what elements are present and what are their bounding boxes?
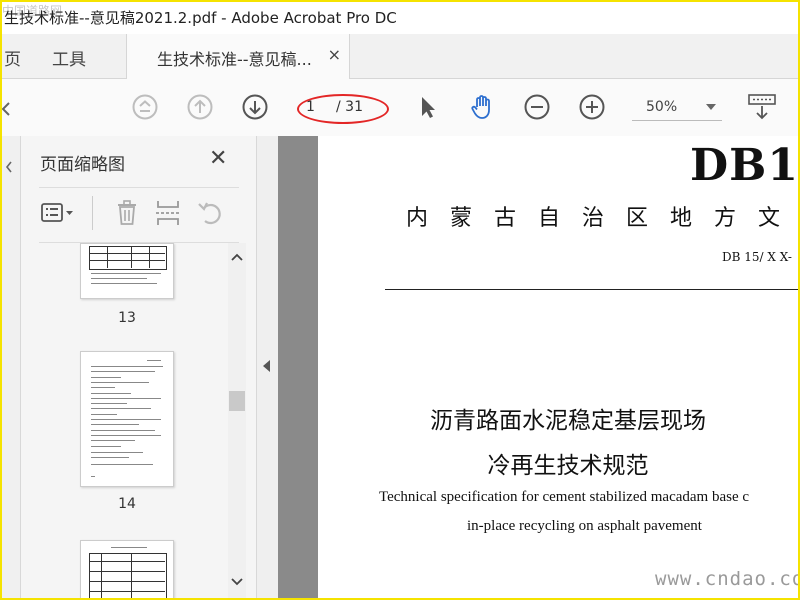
- thumbnail-label: 14: [118, 496, 136, 512]
- page-watermark: www.cndao.com: [655, 568, 800, 590]
- tab-document-label: 生技术标准--意见稿...: [157, 50, 312, 69]
- standard-code: DB 15/ X X-: [722, 250, 792, 264]
- english-title-line1: Technical specification for cement stabi…: [379, 489, 750, 505]
- divider: [39, 187, 239, 188]
- select-arrow-icon[interactable]: [414, 93, 442, 121]
- window-title: 生技术标准--意见稿2021.2.pdf - Adobe Acrobat Pro…: [4, 9, 397, 27]
- next-page-icon[interactable]: [241, 93, 269, 121]
- panel-title: 页面缩略图: [40, 155, 125, 175]
- collapse-arrow-icon[interactable]: [263, 360, 270, 372]
- previous-page-icon[interactable]: [186, 93, 214, 121]
- tab-home[interactable]: 页: [4, 45, 21, 70]
- page-thumbnail[interactable]: [80, 243, 174, 299]
- tab-close-button[interactable]: ×: [328, 45, 341, 64]
- page-thumbnail[interactable]: [80, 351, 174, 487]
- close-panel-button[interactable]: ✕: [209, 146, 227, 171]
- region-heading: 内蒙古自治区地方文: [406, 206, 800, 231]
- thumbnail-label: 13: [118, 310, 136, 326]
- thumbnail-scrollbar[interactable]: [228, 243, 246, 600]
- hand-tool-icon[interactable]: [468, 93, 496, 121]
- scrollbar-thumb[interactable]: [229, 391, 245, 411]
- tab-document[interactable]: 生技术标准--意见稿... ×: [126, 34, 350, 79]
- zoom-dropdown[interactable]: 50%: [632, 96, 722, 121]
- keyboard-tools-icon[interactable]: [747, 93, 777, 121]
- thumbnail-list: 13 14: [21, 243, 228, 600]
- trash-icon[interactable]: [113, 198, 141, 228]
- document-page: DB1 内蒙古自治区地方文 DB 15/ X X- 沥青路面水泥稳定基层现场 冷…: [318, 136, 800, 600]
- document-title-line2: 冷再生技术规范: [487, 453, 649, 479]
- document-background: [278, 136, 318, 600]
- document-title-line1: 沥青路面水泥稳定基层现场: [430, 408, 706, 434]
- tab-bar: 页 工具: [0, 34, 800, 79]
- toolbar: / 31 50%: [0, 79, 800, 137]
- zoom-value: 50%: [646, 99, 678, 115]
- zoom-in-icon[interactable]: [578, 93, 606, 121]
- chevron-down-icon: [706, 104, 716, 110]
- window-titlebar: 中国道路网 生技术标准--意见稿2021.2.pdf - Adobe Acrob…: [0, 0, 800, 34]
- chevron-left-icon[interactable]: [4, 160, 14, 174]
- zoom-out-icon[interactable]: [523, 93, 551, 121]
- toolbar-separator: [92, 196, 93, 230]
- english-title-line2: in-place recycling on asphalt pavement: [467, 518, 702, 534]
- tab-tools[interactable]: 工具: [52, 45, 86, 70]
- navigation-pane-strip: [0, 136, 21, 600]
- panel-splitter[interactable]: [256, 136, 279, 600]
- insert-page-icon[interactable]: [154, 198, 182, 228]
- page-thumbnail[interactable]: [80, 540, 174, 600]
- header-rule: [385, 289, 800, 290]
- rotate-icon[interactable]: [195, 198, 225, 228]
- chevron-down-icon[interactable]: [231, 578, 243, 586]
- standard-prefix: DB1: [690, 140, 799, 191]
- thumbnail-options-icon[interactable]: [40, 198, 76, 228]
- page-thumbnails-panel: 页面缩略图 ✕ 13 14: [21, 136, 256, 600]
- chevron-up-icon[interactable]: [231, 253, 243, 261]
- chevron-left-icon[interactable]: [0, 101, 12, 117]
- page-number-highlight: [297, 94, 389, 124]
- first-page-icon[interactable]: [131, 93, 159, 121]
